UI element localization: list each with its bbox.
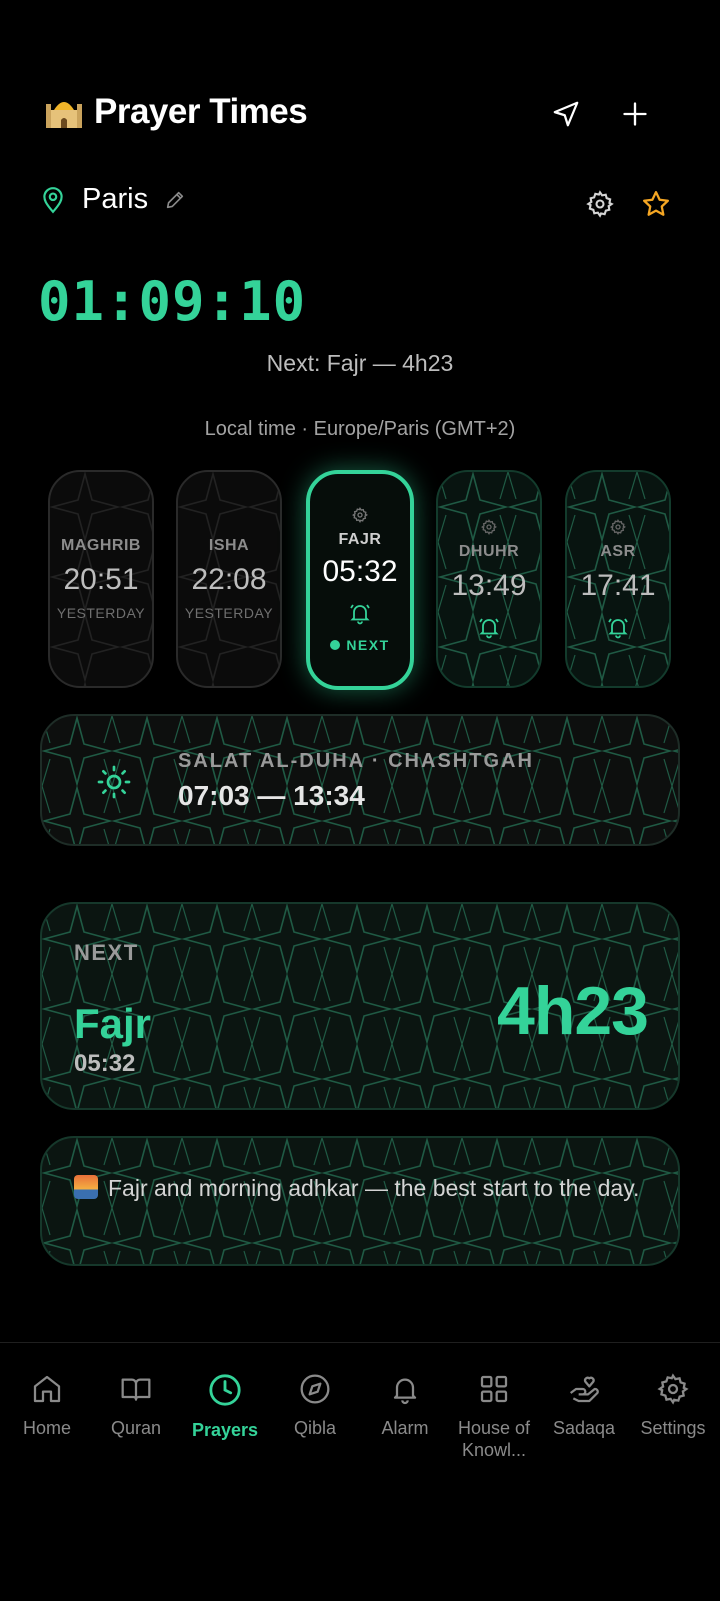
nav-label: Settings	[640, 1418, 706, 1438]
city-settings-button[interactable]	[576, 180, 624, 228]
prayer-time: 05:32	[322, 555, 398, 588]
gear-icon	[351, 507, 368, 523]
nav-label: House of Knowl...	[457, 1418, 531, 1460]
favorite-button[interactable]	[632, 180, 680, 228]
prayer-day-label: YESTERDAY	[184, 605, 274, 621]
prayer-card-fajr[interactable]: FAJR 05:32 NEXT	[306, 470, 414, 690]
nav-label: Home	[22, 1418, 71, 1438]
pencil-icon[interactable]	[164, 189, 186, 211]
next-dot	[330, 640, 341, 650]
star-icon	[643, 191, 669, 216]
nav-qibla[interactable]: Qibla	[270, 1373, 360, 1439]
duha-time-range: 07:03 — 13:34	[178, 780, 365, 811]
next-badge-label: NEXT	[346, 637, 390, 653]
next-prayer-summary: Next: Fajr — 4h23	[266, 350, 454, 376]
nav-label: Sadaqa	[552, 1418, 616, 1438]
prayer-time: 13:49	[451, 569, 527, 602]
prayer-name: DHUHR	[458, 543, 520, 560]
bottom-nav: Home Quran Prayers Qibla Alarm House of …	[0, 1342, 720, 1601]
prayer-card-asr[interactable]: ASR 17:41	[565, 470, 671, 688]
gear-icon	[657, 1373, 689, 1405]
location-arrow-icon	[553, 101, 579, 127]
city-row: Paris	[40, 183, 186, 216]
bell-icon	[393, 1378, 417, 1405]
gear-icon	[480, 519, 497, 535]
prayer-time: 17:41	[580, 569, 656, 602]
tip-text: Fajr and morning adhkar — the best start…	[108, 1175, 640, 1201]
sunrise-icon	[74, 1175, 98, 1199]
next-prayer-time: 05:32	[74, 1050, 136, 1077]
prayer-card-dhuhr[interactable]: DHUHR 13:49	[436, 470, 542, 688]
prayer-name: MAGHRIB	[61, 537, 141, 554]
map-pin-icon	[43, 186, 63, 213]
next-prayer-card: NEXT Fajr 05:32 4h23	[40, 902, 680, 1110]
plus-icon	[623, 102, 647, 126]
gear-icon	[586, 190, 614, 218]
mosque-icon	[46, 102, 82, 128]
locate-button[interactable]	[542, 90, 590, 138]
nav-alarm[interactable]: Alarm	[360, 1373, 450, 1439]
nav-label: Quran	[110, 1418, 162, 1438]
grid-icon	[480, 1375, 508, 1403]
nav-prayers[interactable]: Prayers	[180, 1373, 270, 1441]
compass-icon	[300, 1374, 330, 1404]
prayer-time: 22:08	[191, 563, 267, 596]
prayer-card-maghrib[interactable]: MAGHRIB 20:51 YESTERDAY	[48, 470, 154, 688]
local-time-zone: Local time · Europe/Paris (GMT+2)	[204, 418, 516, 440]
next-badge: NEXT	[330, 637, 389, 653]
tip-text-block: Fajr and morning adhkar — the best start…	[74, 1172, 650, 1204]
book-icon	[121, 1378, 151, 1401]
duha-label: SALAT AL-DUHA · CHASHTGAH	[178, 750, 534, 772]
duha-panel: SALAT AL-DUHA · CHASHTGAH 07:03 — 13:34	[40, 714, 680, 846]
prayer-name: ISHA	[208, 537, 250, 554]
home-icon	[33, 1375, 61, 1403]
prayer-time: 20:51	[63, 563, 139, 596]
clock-icon	[209, 1374, 241, 1406]
prayer-card-isha[interactable]: ISHA 22:08 YESTERDAY	[176, 470, 282, 688]
nav-label: Prayers	[191, 1420, 259, 1440]
current-time-clock: 01:09:10	[38, 270, 307, 333]
nav-house-of-knowledge[interactable]: House of Knowl...	[449, 1373, 539, 1461]
prayer-day-label: YESTERDAY	[56, 605, 146, 621]
add-city-button[interactable]	[611, 90, 659, 138]
prayer-name: ASR	[600, 543, 636, 560]
bell-alarm-icon[interactable]	[606, 615, 630, 639]
charity-icon	[569, 1376, 599, 1403]
bell-alarm-icon[interactable]	[477, 615, 501, 639]
next-prayer-name: Fajr	[74, 1000, 152, 1047]
prayer-name: FAJR	[338, 531, 382, 548]
nav-sadaqa[interactable]: Sadaqa	[539, 1373, 629, 1439]
nav-label: Qibla	[293, 1418, 337, 1438]
next-label: NEXT	[74, 940, 139, 965]
app-title: Prayer Times	[44, 92, 308, 132]
nav-settings[interactable]: Settings	[628, 1373, 718, 1439]
sun-icon	[97, 765, 131, 799]
tip-card: Fajr and morning adhkar — the best start…	[40, 1136, 680, 1266]
page-title: Prayer Times	[94, 92, 308, 131]
gear-icon	[609, 519, 626, 535]
bell-alarm-icon[interactable]	[348, 601, 372, 625]
city-name[interactable]: Paris	[82, 183, 148, 216]
nav-quran[interactable]: Quran	[91, 1373, 181, 1439]
next-prayer-countdown: 4h23	[497, 973, 649, 1049]
nav-home[interactable]: Home	[2, 1373, 92, 1439]
nav-label: Alarm	[381, 1418, 429, 1438]
